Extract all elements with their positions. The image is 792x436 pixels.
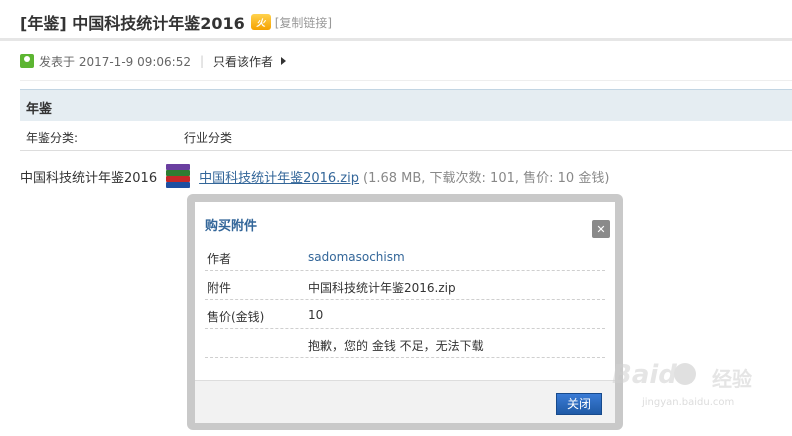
dialog-row-price: 售价(金钱) 10 bbox=[205, 300, 605, 329]
author-link[interactable]: sadomasochism bbox=[308, 250, 405, 264]
dialog-key: 售价(金钱) bbox=[207, 310, 265, 324]
type-value: 行业分类 bbox=[184, 131, 233, 145]
dialog-table: 作者 sadomasochism 附件 中国科技统计年鉴2016.zip 售价(… bbox=[205, 242, 605, 358]
dialog-key: 附件 bbox=[207, 281, 232, 295]
insufficient-funds-message: 抱歉，您的 金钱 不足，无法下载 bbox=[308, 339, 484, 353]
watermark-url: jingyan.baidu.com bbox=[642, 397, 735, 408]
post-meta: 发表于 2017-1-9 09:06:52 | 只看该作者 bbox=[20, 52, 287, 70]
dialog-row-attachment: 附件 中国科技统计年鉴2016.zip bbox=[205, 271, 605, 300]
type-table-header: 年鉴 bbox=[20, 89, 792, 121]
dialog-value: 中国科技统计年鉴2016.zip bbox=[308, 281, 456, 295]
play-arrow-icon bbox=[281, 57, 287, 65]
attachment-prefix: 中国科技统计年鉴2016 bbox=[20, 170, 158, 186]
type-key: 年鉴分类: bbox=[26, 131, 79, 145]
purchase-dialog-frame: 购买附件 作者 sadomasochism 附件 中国科技统计年鉴2016.zi… bbox=[187, 194, 623, 430]
copy-link[interactable]: [复制链接] bbox=[275, 14, 332, 31]
baidu-paw-icon bbox=[674, 363, 696, 385]
watermark-cn: 经验 bbox=[712, 367, 752, 391]
meta-divider bbox=[20, 80, 792, 81]
user-online-icon bbox=[20, 54, 34, 68]
baidu-jingyan-watermark: Baidu 经验 jingyan.baidu.com bbox=[612, 355, 762, 415]
dialog-key: 作者 bbox=[207, 252, 232, 266]
type-table-row: 年鉴分类: 行业分类 bbox=[20, 122, 792, 151]
dialog-row-message: 抱歉，您的 金钱 不足，无法下载 bbox=[205, 329, 605, 358]
purchase-dialog: 购买附件 作者 sadomasochism 附件 中国科技统计年鉴2016.zi… bbox=[195, 202, 615, 423]
thread-title-bar: [年鉴] 中国科技统计年鉴2016 火 [复制链接] bbox=[20, 9, 332, 35]
dialog-row-author: 作者 sadomasochism bbox=[205, 242, 605, 271]
dialog-footer: 关闭 bbox=[195, 380, 615, 423]
winrar-archive-icon bbox=[163, 162, 193, 190]
type-table-title: 年鉴 bbox=[26, 102, 53, 117]
attachment-info: (1.68 MB, 下载次数: 101, 售价: 10 金钱) bbox=[363, 170, 610, 186]
meta-separator: | bbox=[200, 54, 205, 68]
attachment-link[interactable]: 中国科技统计年鉴2016.zip bbox=[199, 167, 359, 186]
dialog-value: 10 bbox=[308, 308, 324, 322]
close-button[interactable]: 关闭 bbox=[556, 393, 602, 415]
thread-title: [年鉴] 中国科技统计年鉴2016 bbox=[20, 14, 245, 33]
close-icon[interactable] bbox=[592, 220, 610, 238]
post-date: 发表于 2017-1-9 09:06:52 bbox=[39, 54, 191, 69]
only-author-link[interactable]: 只看该作者 bbox=[213, 53, 273, 70]
header-divider bbox=[0, 38, 792, 41]
hot-badge-icon: 火 bbox=[250, 14, 271, 30]
dialog-title: 购买附件 bbox=[205, 219, 258, 234]
attachment-line: 中国科技统计年鉴2016 中国科技统计年鉴2016.zip (1.68 MB, … bbox=[20, 162, 609, 190]
